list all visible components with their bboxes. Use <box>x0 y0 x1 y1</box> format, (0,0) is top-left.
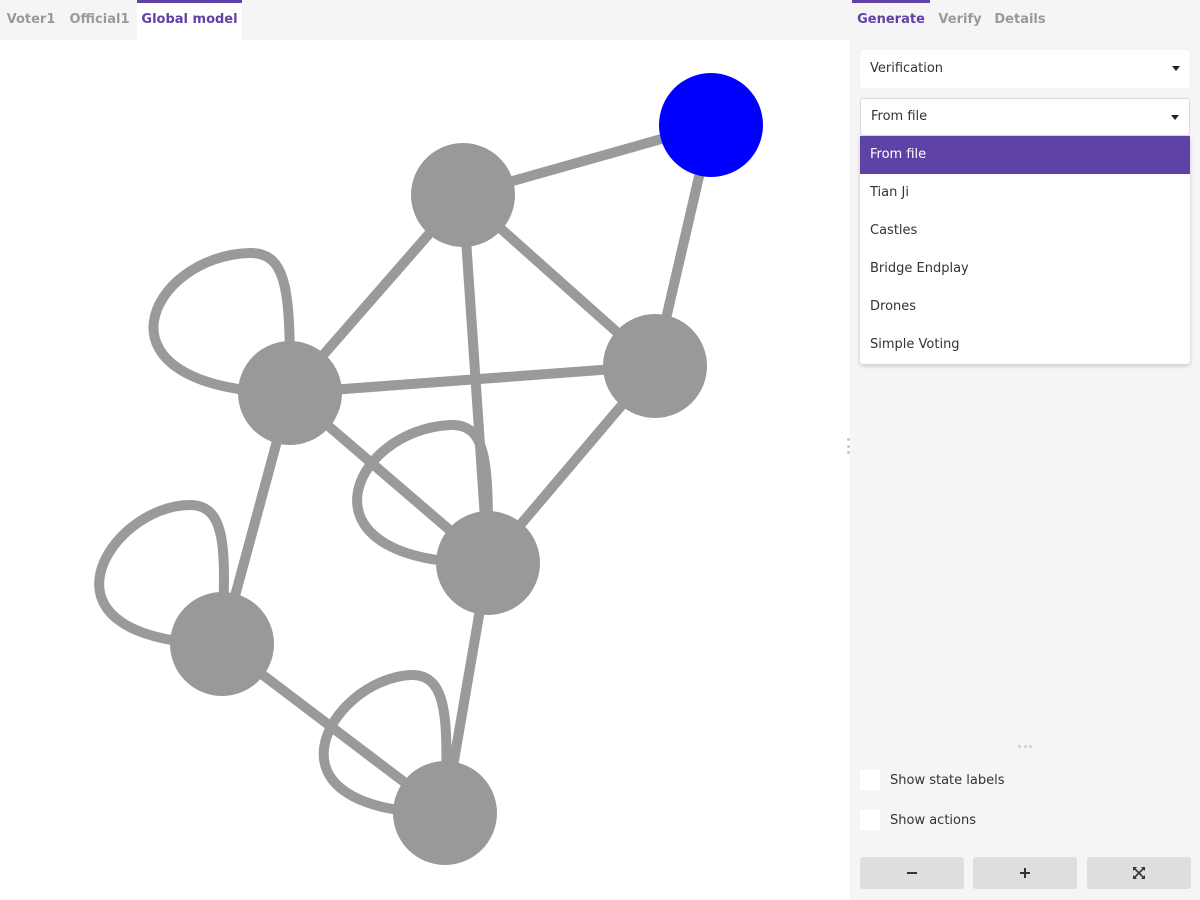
fit-view-button[interactable] <box>1087 857 1191 889</box>
checkbox-box[interactable] <box>860 810 880 830</box>
model-select-value: From file <box>871 109 928 124</box>
mode-select-value: Verification <box>870 61 944 76</box>
model-view-pane: Voter1 Official1 Global model <box>0 0 850 900</box>
control-pane: Generate Verify Details Verification Fro… <box>850 0 1200 900</box>
show-actions-checkbox[interactable]: Show actions <box>860 810 976 830</box>
tab-details[interactable]: Details <box>992 0 1048 40</box>
minus-icon <box>907 872 917 874</box>
plus-icon <box>1020 868 1030 878</box>
action-tabs: Generate Verify Details <box>850 0 1200 40</box>
caret-down-icon <box>1172 66 1180 71</box>
option-drones[interactable]: Drones <box>860 288 1190 326</box>
section-resize-handle[interactable] <box>1018 744 1032 748</box>
mode-select[interactable]: Verification <box>860 50 1190 88</box>
graph-node-initial[interactable] <box>659 73 763 177</box>
graph-node[interactable] <box>411 143 515 247</box>
zoom-in-button[interactable] <box>973 857 1077 889</box>
show-state-labels-label: Show state labels <box>890 772 1005 788</box>
graph-canvas[interactable] <box>0 40 850 900</box>
option-tian-ji[interactable]: Tian Ji <box>860 174 1190 212</box>
option-bridge-endplay[interactable]: Bridge Endplay <box>860 250 1190 288</box>
tab-generate[interactable]: Generate <box>852 0 930 40</box>
show-actions-label: Show actions <box>890 812 976 828</box>
option-castles[interactable]: Castles <box>860 212 1190 250</box>
state-graph[interactable] <box>0 40 850 900</box>
model-select[interactable]: From file <box>860 98 1190 136</box>
option-from-file[interactable]: From file <box>860 136 1190 174</box>
checkbox-box[interactable] <box>860 770 880 790</box>
fit-screen-icon <box>1133 867 1145 879</box>
option-simple-voting[interactable]: Simple Voting <box>860 326 1190 364</box>
graph-node[interactable] <box>436 511 540 615</box>
model-tabs: Voter1 Official1 Global model <box>0 0 850 40</box>
graph-node[interactable] <box>393 761 497 865</box>
tab-verify[interactable]: Verify <box>934 0 986 40</box>
graph-node[interactable] <box>170 592 274 696</box>
graph-node[interactable] <box>238 341 342 445</box>
tab-global-model[interactable]: Global model <box>137 0 242 40</box>
show-state-labels-checkbox[interactable]: Show state labels <box>860 770 1005 790</box>
graph-node[interactable] <box>603 314 707 418</box>
model-select-dropdown: From file Tian Ji Castles Bridge Endplay… <box>860 136 1190 364</box>
tab-official1[interactable]: Official1 <box>62 0 137 40</box>
caret-down-icon <box>1171 115 1179 120</box>
tab-voter1[interactable]: Voter1 <box>0 0 62 40</box>
zoom-out-button[interactable] <box>860 857 964 889</box>
